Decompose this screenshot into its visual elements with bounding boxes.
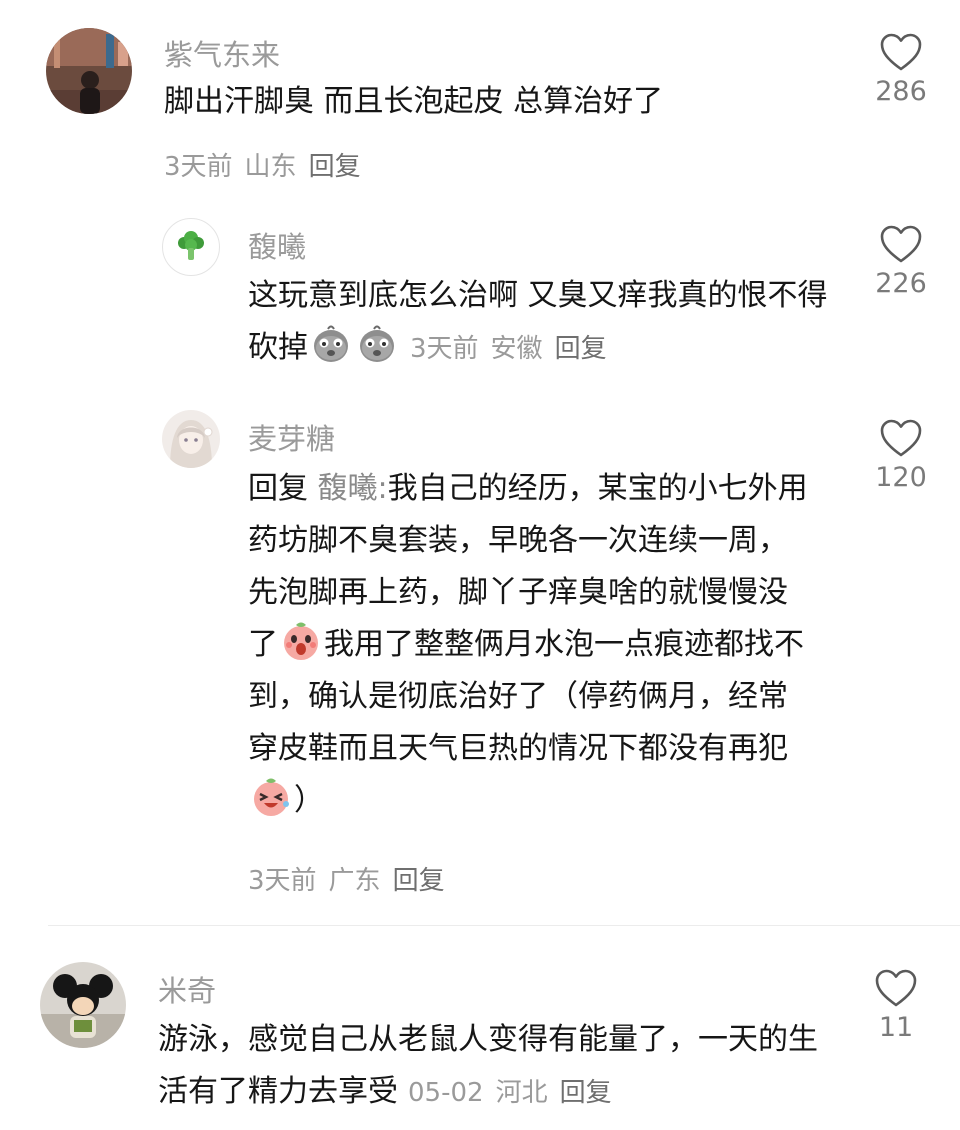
avatar[interactable] (162, 218, 220, 276)
broccoli-avatar-icon (178, 231, 204, 260)
avatar-photo-icon (40, 962, 126, 1048)
comment-body-end: ） (294, 783, 324, 818)
comment-username[interactable]: 米奇 (158, 968, 216, 1010)
reply-button[interactable]: 回复 (309, 152, 361, 182)
comment-time: 3天前 (410, 334, 479, 364)
like-button[interactable]: 120 (866, 418, 936, 493)
laughing-peach-emoji (250, 776, 292, 818)
heart-outline-icon (880, 419, 922, 457)
avatar[interactable] (162, 410, 220, 468)
comment-text: 回复 馥曦:我自己的经历，某宝的小七外用药坊脚不臭套装，早晚各一次连续一周，先泡… (248, 463, 808, 827)
like-count: 286 (875, 76, 927, 107)
comment-text: 游泳，感觉自己从老鼠人变得有能量了，一天的生活有了精力去享受 05-02 河北 回复 (158, 1014, 818, 1119)
comment-username[interactable]: 麦芽糖 (248, 416, 335, 458)
comment-time: 05-02 (408, 1078, 484, 1108)
reply-button[interactable]: 回复 (560, 1078, 612, 1108)
shocked-peach-emoji (280, 620, 322, 662)
avatar[interactable] (46, 28, 132, 114)
heart-outline-icon (880, 225, 922, 263)
crying-potato-emoji (310, 323, 352, 365)
like-button[interactable]: 11 (861, 968, 931, 1043)
like-button[interactable]: 226 (866, 224, 936, 299)
divider (48, 925, 960, 926)
comment-location: 山东 (244, 152, 297, 182)
comment-time: 3天前 (164, 152, 233, 182)
like-count: 11 (878, 1012, 914, 1043)
comment-body-continued: 我用了整整俩月水泡一点痕迹都找不到，确认是彻底治好了（停药俩月，经常穿皮鞋而且天… (248, 627, 804, 766)
heart-outline-icon (875, 969, 917, 1007)
comment-meta: 3天前 山东 回复 (164, 146, 361, 183)
reply-prefix: 回复 (248, 471, 308, 506)
heart-outline-icon (880, 33, 922, 71)
reply-button[interactable]: 回复 (393, 866, 445, 896)
mention-link[interactable]: 馥曦: (318, 471, 388, 506)
comment-username[interactable]: 紫气东来 (164, 32, 280, 74)
comment-meta: 3天前 安徽 回复 (410, 334, 607, 364)
avatar[interactable] (40, 962, 126, 1048)
avatar-photo-icon (162, 410, 220, 468)
comment-location: 广东 (328, 866, 381, 896)
comment-body: 脚出汗脚臭 而且长泡起皮 总算治好了 (164, 84, 664, 119)
like-button[interactable]: 286 (866, 32, 936, 107)
comment-meta: 05-02 河北 回复 (408, 1078, 612, 1108)
like-count: 226 (875, 268, 927, 299)
avatar-photo-icon (46, 28, 132, 114)
comment-time: 3天前 (248, 866, 317, 896)
comment-text: 脚出汗脚臭 而且长泡起皮 总算治好了 (164, 76, 824, 128)
comment-location: 河北 (495, 1078, 548, 1108)
comment-meta: 3天前 广东 回复 (248, 860, 445, 897)
comment-location: 安徽 (490, 334, 543, 364)
like-count: 120 (875, 462, 927, 493)
crying-potato-emoji (356, 323, 398, 365)
comment-username[interactable]: 馥曦 (248, 224, 306, 266)
comment-text: 这玩意到底怎么治啊 又臭又痒我真的恨不得砍掉 3天前 安徽 回复 (248, 270, 828, 375)
reply-button[interactable]: 回复 (555, 334, 607, 364)
